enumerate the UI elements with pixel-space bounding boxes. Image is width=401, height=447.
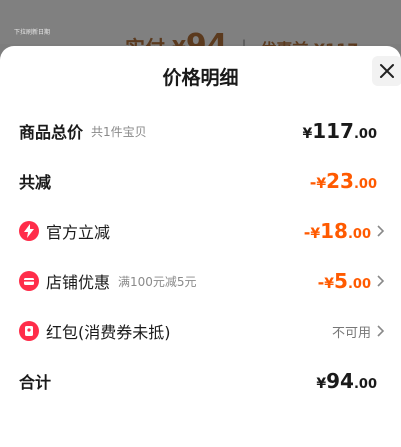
red-packet-status: 不可用	[332, 322, 385, 341]
red-packet-icon	[19, 321, 39, 341]
total-discount-label: 共减	[19, 173, 52, 192]
chevron-right-icon	[377, 275, 385, 287]
item-count: 共1件宝贝	[91, 124, 147, 139]
sheet-title: 价格明细	[162, 67, 239, 89]
total-goods-amount: ¥117.00	[302, 119, 377, 143]
sum-label: 合计	[19, 373, 52, 392]
total-goods-label: 商品总价	[19, 123, 84, 142]
chevron-right-icon	[377, 325, 385, 337]
row-official-discount[interactable]: 官方立减 - ¥18.00	[0, 216, 401, 246]
store-discount-amount: - ¥5.00	[318, 269, 385, 293]
sum-amount: ¥94.00	[316, 369, 377, 393]
store-discount-label: 店铺优惠	[46, 273, 111, 292]
lightning-icon	[19, 221, 39, 241]
background-small-text: 下拉刷新日期	[14, 29, 51, 36]
official-discount-amount: - ¥18.00	[304, 219, 385, 243]
row-store-discount[interactable]: 店铺优惠 满100元减5元 - ¥5.00	[0, 266, 401, 296]
official-discount-label: 官方立减	[46, 223, 111, 242]
store-icon	[19, 271, 39, 291]
close-button[interactable]	[372, 56, 401, 86]
row-total-discount: 共减 - ¥23.00	[0, 166, 401, 196]
close-icon	[380, 64, 394, 78]
price-detail-sheet: 价格明细 商品总价 共1件宝贝 ¥117.00 共减 - ¥23.00 官方立减…	[0, 46, 401, 447]
total-discount-amount: - ¥23.00	[309, 169, 377, 193]
chevron-right-icon	[377, 225, 385, 237]
row-total-goods: 商品总价 共1件宝贝 ¥117.00	[0, 116, 401, 146]
red-packet-label: 红包(消费券未抵)	[46, 323, 171, 342]
row-sum: 合计 ¥94.00	[0, 366, 401, 396]
store-discount-rule: 满100元减5元	[118, 274, 197, 289]
row-red-packet[interactable]: 红包(消费券未抵) 不可用	[0, 316, 401, 346]
